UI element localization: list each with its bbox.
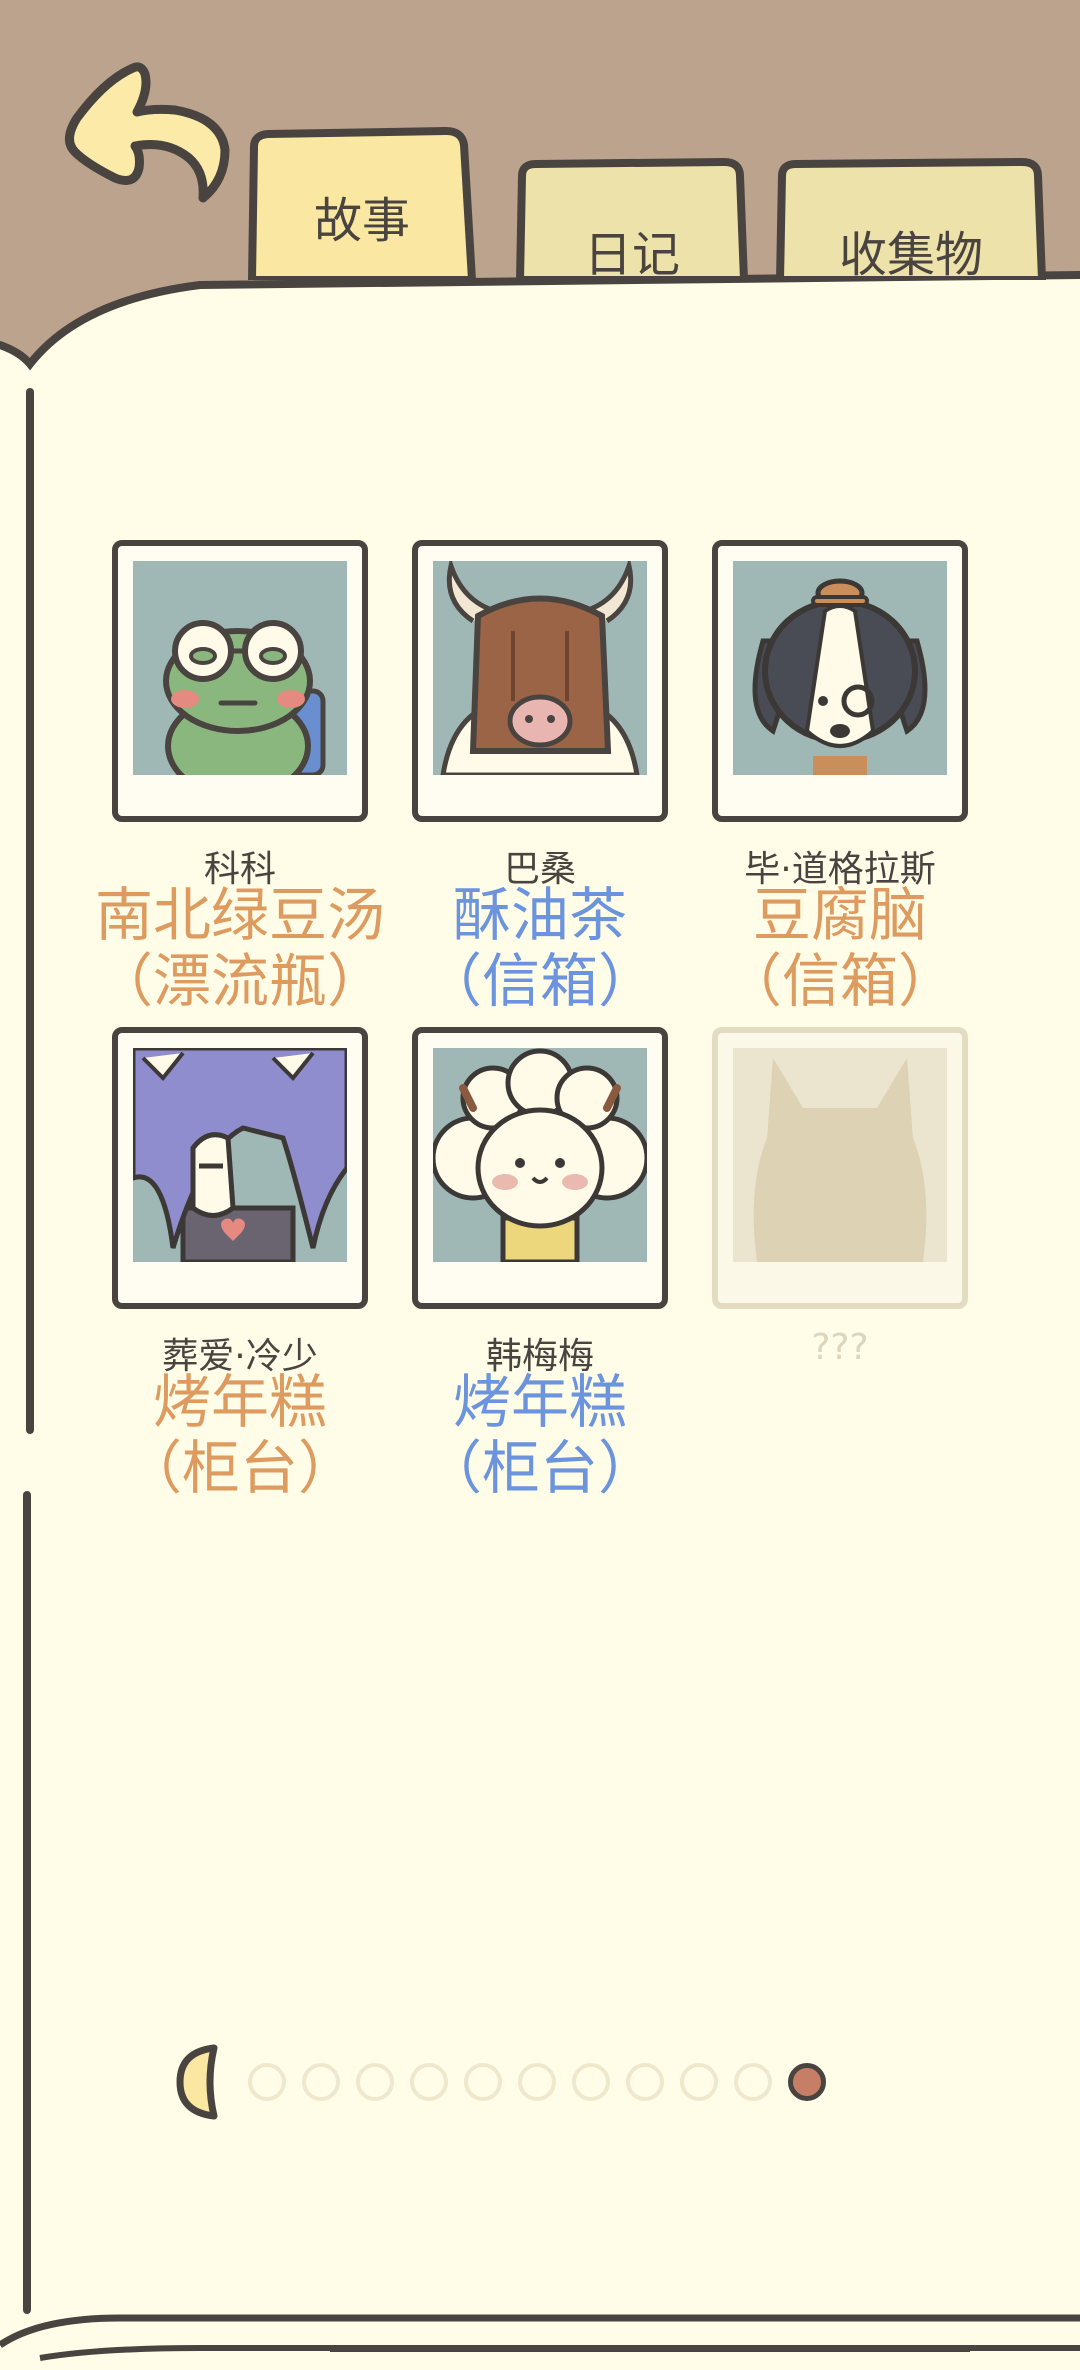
yak-portrait-icon xyxy=(433,561,647,775)
previous-page-button[interactable] xyxy=(176,2044,224,2120)
page-dot[interactable] xyxy=(680,2063,718,2101)
portrait-frame xyxy=(112,540,368,822)
page-dot[interactable] xyxy=(356,2063,394,2101)
half-circle-arrow-icon xyxy=(176,2044,218,2120)
portrait-frame xyxy=(412,540,668,822)
page-dot[interactable] xyxy=(464,2063,502,2101)
favorite-item: 豆腐脑 （信箱） xyxy=(652,882,1028,1014)
page-dot[interactable] xyxy=(410,2063,448,2101)
back-button[interactable] xyxy=(55,60,240,230)
portrait-frame xyxy=(712,540,968,822)
favorite-item: 烤年糕 （柜台） xyxy=(352,1369,728,1501)
character-name: ??? xyxy=(811,1327,869,1368)
portrait-frame xyxy=(712,1027,968,1309)
tab-story-label: 故事 xyxy=(313,193,410,249)
portrait-frame xyxy=(412,1027,668,1309)
tab-diary-label: 日记 xyxy=(583,227,680,283)
purple-hair-portrait-icon xyxy=(133,1048,347,1262)
tab-diary[interactable]: 日记 xyxy=(516,158,748,283)
page-dot-active[interactable] xyxy=(788,2063,826,2101)
page-dot[interactable] xyxy=(626,2063,664,2101)
favorite-item-name: 烤年糕 xyxy=(452,1368,627,1436)
tab-collection-label: 收集物 xyxy=(838,227,983,283)
frog-portrait-icon xyxy=(133,561,347,775)
back-arrow-icon xyxy=(65,62,230,203)
page-dot[interactable] xyxy=(734,2063,772,2101)
favorite-item-source: （柜台） xyxy=(423,1434,656,1502)
page-dot[interactable] xyxy=(572,2063,610,2101)
portrait-frame xyxy=(112,1027,368,1309)
favorite-item-name: 豆腐脑 xyxy=(752,881,927,949)
tab-collection[interactable]: 收集物 xyxy=(776,158,1046,283)
dog-portrait-icon xyxy=(733,561,947,775)
favorite-item-source: （信箱） xyxy=(723,947,956,1015)
page-indicator xyxy=(176,2042,846,2122)
locked-silhouette-icon xyxy=(733,1048,947,1262)
page-dot[interactable] xyxy=(248,2063,286,2101)
tab-story[interactable]: 故事 xyxy=(248,125,476,280)
sheep-portrait-icon xyxy=(433,1048,647,1262)
page-dot[interactable] xyxy=(518,2063,556,2101)
page-dot[interactable] xyxy=(302,2063,340,2101)
